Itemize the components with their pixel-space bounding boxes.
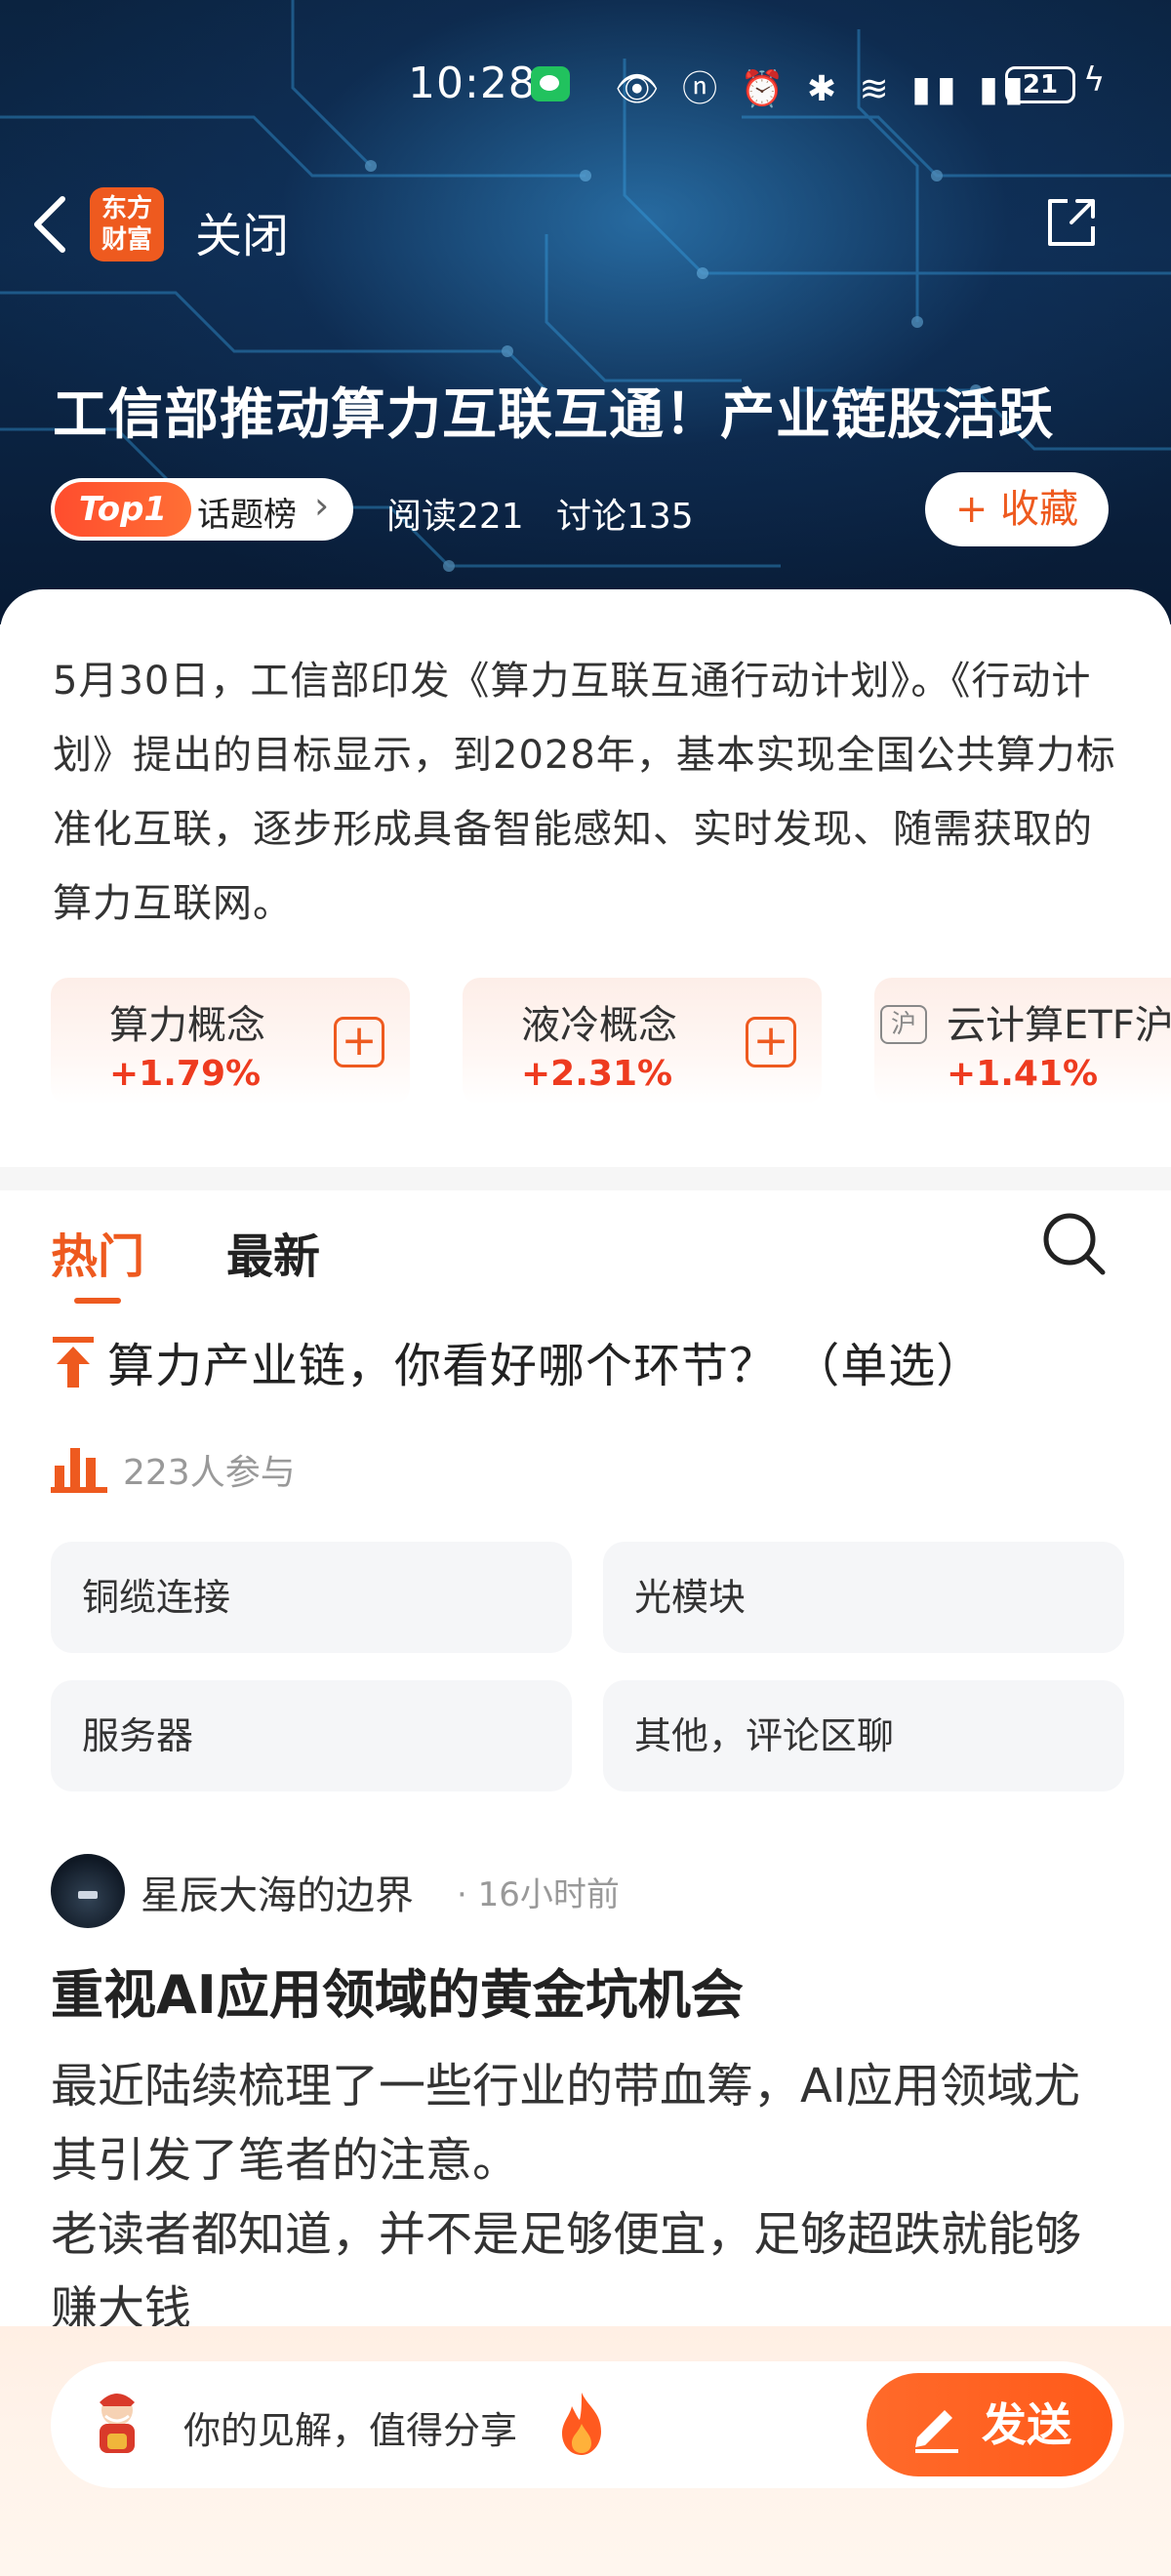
topic-summary-card: 5月30日，工信部印发《算力互联互通行动计划》。《行动计划》提出的目标显示，到2…	[0, 589, 1171, 960]
send-label: 发送	[982, 2398, 1071, 2451]
post-title[interactable]: 重视AI应用领域的黄金坑机会	[51, 1952, 744, 2029]
send-button[interactable]: 发送	[867, 2373, 1112, 2476]
post-time: · 16小时前	[457, 1875, 620, 1914]
rank-label: 话题榜	[197, 496, 297, 535]
tab-latest[interactable]: 最新	[226, 1218, 320, 1286]
comment-placeholder: 你的见解，值得分享	[183, 2409, 518, 2452]
poll-question: 算力产业链，你看好哪个环节？ （单选）	[107, 1339, 985, 1393]
pinned-arrow-icon	[53, 1337, 94, 1388]
top-nav: 东方 财富 关闭	[0, 185, 1171, 263]
pencil-icon	[915, 2410, 958, 2453]
section-divider	[0, 1167, 1171, 1190]
status-icons: 👁 ⓝ ⏰ ✱ ≋ ▮▮ ▮▮	[615, 69, 1030, 109]
poll-option[interactable]: 服务器	[51, 1680, 572, 1791]
bar-chart-icon	[51, 1448, 107, 1493]
status-time: 10:28	[408, 59, 537, 108]
add-watchlist-icon[interactable]: +	[746, 1017, 796, 1067]
topic-meta: Top1 话题榜 › 阅读221 讨论135 + 收藏	[51, 472, 1124, 546]
poll-participants: 223人参与	[123, 1453, 296, 1493]
topic-summary-text: 5月30日，工信部印发《算力互联互通行动计划》。《行动计划》提出的目标显示，到2…	[53, 659, 1116, 926]
search-icon[interactable]	[1040, 1210, 1109, 1278]
poll-card: 算力产业链，你看好哪个环节？ （单选） 223人参与 铜缆连接 光模块 服务器 …	[0, 1308, 1171, 1815]
comment-composer-bar: 你的见解，值得分享 发送	[0, 2326, 1171, 2576]
concept-name: 云计算ETF沪	[947, 1003, 1171, 1048]
tab-hot[interactable]: 热门	[51, 1218, 144, 1286]
comment-input[interactable]: 你的见解，值得分享 发送	[51, 2361, 1124, 2488]
concept-card[interactable]: 算力概念 +1.79% +	[51, 978, 410, 1103]
poll-option[interactable]: 其他，评论区聊	[603, 1680, 1124, 1791]
concept-name: 液冷概念	[521, 1003, 677, 1048]
charging-icon: ϟ	[1083, 60, 1106, 100]
rank-pill[interactable]: Top1 话题榜 ›	[51, 478, 353, 541]
mascot-icon	[100, 2394, 135, 2453]
fire-icon	[562, 2393, 601, 2455]
concept-name: 算力概念	[109, 1003, 265, 1048]
active-tab-indicator	[74, 1298, 121, 1304]
chevron-right-icon: ›	[314, 484, 330, 527]
topic-title: 工信部推动算力互联互通！产业链股活跃	[53, 383, 1054, 447]
post-body-paragraph: 最近陆续梳理了一些行业的带血筹，AI应用领域尤其引发了笔者的注意。	[51, 2059, 1080, 2188]
read-count: 阅读221	[386, 497, 524, 537]
concept-card[interactable]: 沪 云计算ETF沪 +1.41%	[874, 978, 1171, 1103]
post-card[interactable]: 星辰大海的边界 · 16小时前 重视AI应用领域的黄金坑机会 最近陆续梳理了一些…	[0, 1834, 1171, 2332]
status-bar: 10:28 👁 ⓝ ⏰ ✱ ≋ ▮▮ ▮▮ 21 ϟ	[0, 59, 1171, 117]
author-name[interactable]: 星辰大海的边界	[141, 1864, 414, 1920]
author-avatar[interactable]	[51, 1854, 125, 1928]
post-body: 最近陆续梳理了一些行业的带血筹，AI应用领域尤其引发了笔者的注意。 老读者都知道…	[51, 2049, 1124, 2332]
top-rank-badge: Top1	[55, 482, 191, 537]
poll-option[interactable]: 铜缆连接	[51, 1542, 572, 1653]
concept-change: +1.79%	[109, 1054, 262, 1094]
back-icon[interactable]	[27, 193, 74, 256]
related-concepts: 算力概念 +1.79% + 液冷概念 +2.31% + 沪 云计算ETF沪 +1…	[0, 956, 1171, 1103]
poll-option[interactable]: 光模块	[603, 1542, 1124, 1653]
concept-change: +2.31%	[521, 1054, 673, 1094]
topic-hero: 10:28 👁 ⓝ ⏰ ✱ ≋ ▮▮ ▮▮ 21 ϟ 东方 财富 关闭 工信部推…	[0, 0, 1171, 624]
concept-card[interactable]: 液冷概念 +2.31% +	[463, 978, 822, 1103]
discussion-count: 讨论135	[556, 497, 694, 537]
post-body-paragraph: 老读者都知道，并不是足够便宜，足够超跌就能够赚大钱	[51, 2207, 1082, 2332]
battery-icon: 21	[1005, 66, 1075, 103]
close-button[interactable]: 关闭	[195, 197, 289, 265]
app-logo-line1: 东方	[101, 194, 152, 223]
app-logo: 东方 财富	[90, 187, 164, 262]
add-watchlist-icon[interactable]: +	[334, 1017, 384, 1067]
share-icon[interactable]	[1042, 193, 1101, 252]
collect-button[interactable]: + 收藏	[925, 472, 1109, 546]
feed-tabs: 热门 最新	[0, 1190, 1171, 1308]
shanghai-market-tag: 沪	[880, 1005, 927, 1044]
concept-change: +1.41%	[947, 1054, 1099, 1094]
wechat-icon	[531, 66, 570, 101]
app-logo-line2: 财富	[101, 225, 152, 255]
